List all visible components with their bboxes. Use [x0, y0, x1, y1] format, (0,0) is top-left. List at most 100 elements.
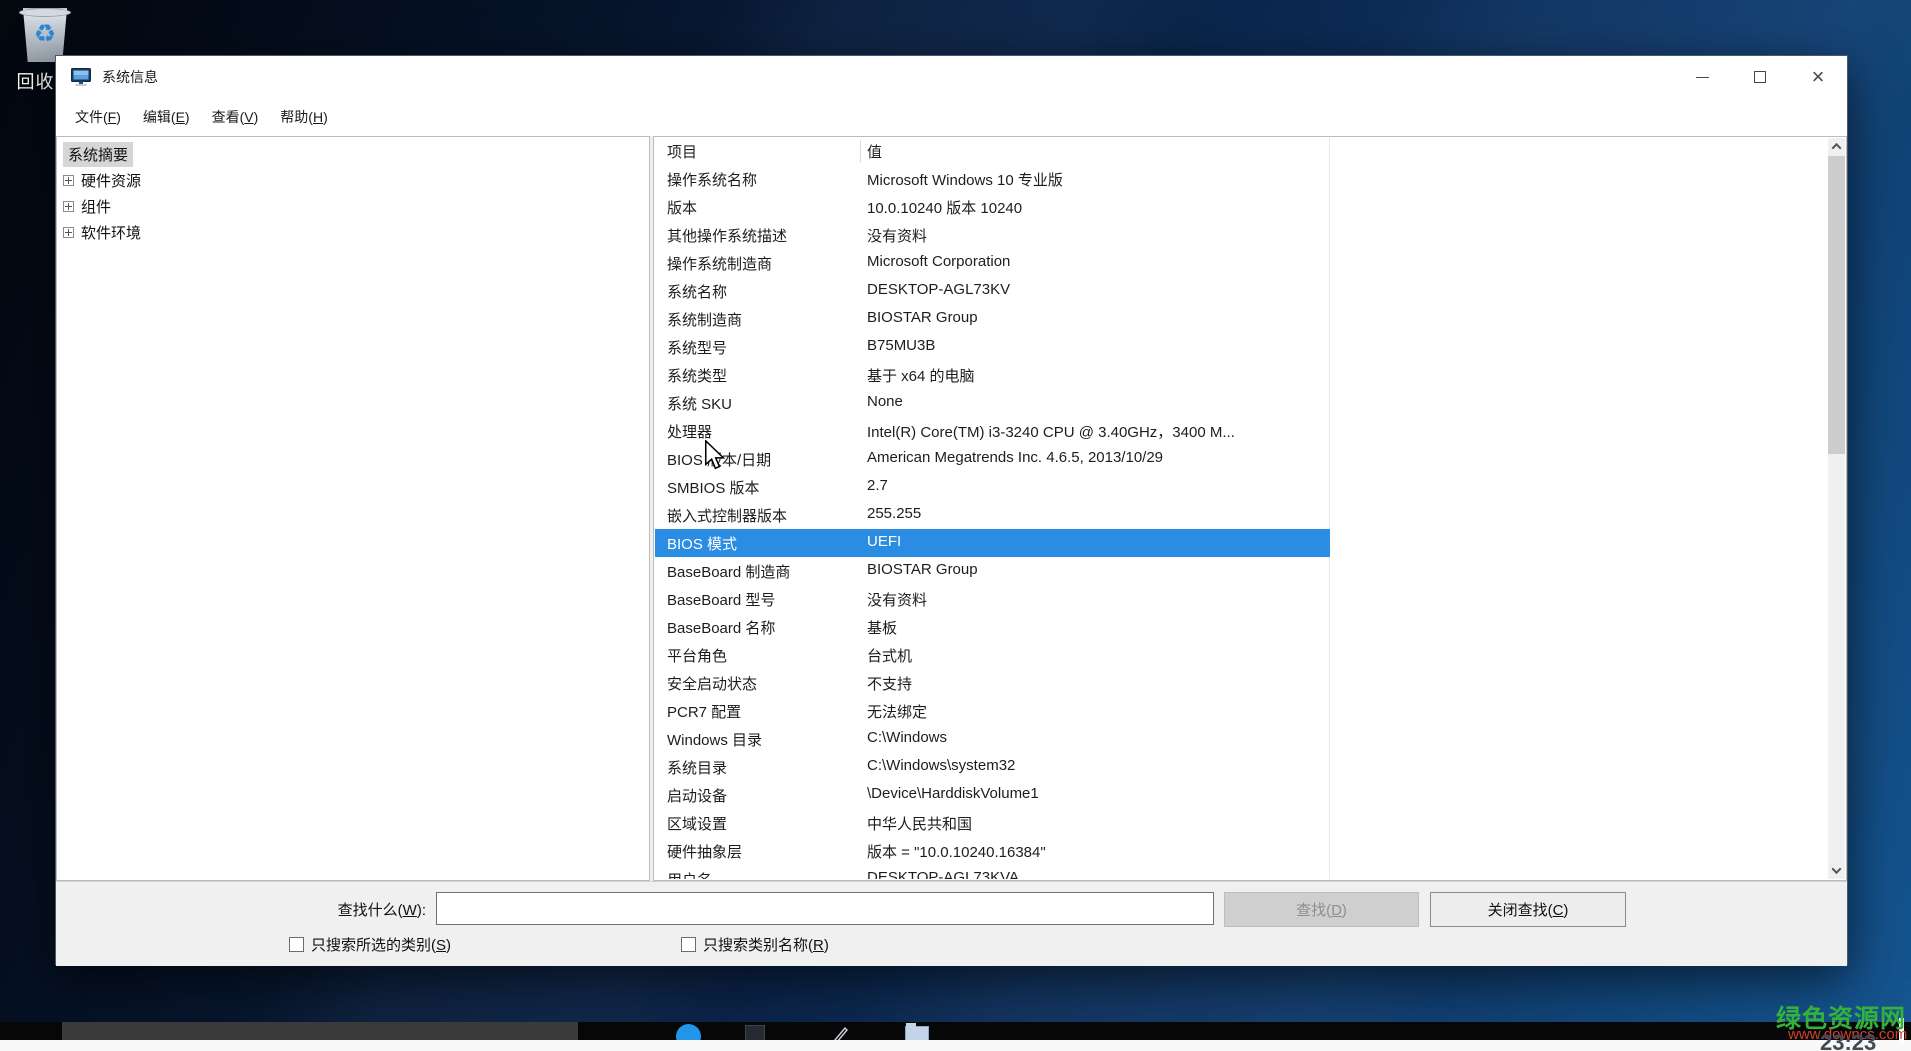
scrollbar-thumb[interactable]	[1828, 156, 1845, 454]
table-row[interactable]: 启动设备\Device\HarddiskVolume1	[655, 781, 1828, 809]
checkbox-search-category-names[interactable]: 只搜索类别名称(R)	[681, 934, 829, 955]
table-row[interactable]: 系统目录C:\Windows\system32	[655, 753, 1828, 781]
table-row[interactable]: Windows 目录C:\Windows	[655, 725, 1828, 753]
checkbox-label: 只搜索类别名称(R)	[703, 934, 829, 955]
table-row[interactable]: 平台角色台式机	[655, 641, 1828, 669]
taskbar-clock[interactable]: 23:23	[1820, 1030, 1876, 1051]
row-value-label: B75MU3B	[867, 337, 935, 354]
taskbar-app-segment[interactable]	[62, 1022, 578, 1041]
checkbox-search-selected-category[interactable]: 只搜索所选的类别(S)	[289, 934, 451, 955]
row-value-label: 无法绑定	[867, 701, 927, 722]
checkbox-label: 只搜索所选的类别(S)	[311, 934, 451, 955]
chevron-up-icon	[1832, 143, 1842, 153]
table-row[interactable]: 安全启动状态不支持	[655, 669, 1828, 697]
column-divider	[860, 140, 861, 163]
row-value-label: 版本 = "10.0.10240.16384"	[867, 841, 1046, 862]
row-value-label: 10.0.10240 版本 10240	[867, 197, 1022, 218]
maximize-button[interactable]	[1731, 56, 1789, 98]
menu-item[interactable]: 文件(F)	[64, 98, 132, 136]
scroll-down-button[interactable]	[1828, 862, 1845, 879]
row-value-label: 台式机	[867, 645, 912, 666]
column-header-value[interactable]: 值	[867, 141, 882, 162]
expand-plus-icon[interactable]	[63, 175, 74, 186]
row-item-label: 系统目录	[667, 757, 727, 778]
row-item-label: 系统 SKU	[667, 393, 732, 414]
table-row[interactable]: 系统制造商BIOSTAR Group	[655, 305, 1828, 333]
row-item-label: BIOS 版本/日期	[667, 449, 771, 470]
detail-list: 项目 值 操作系统名称Microsoft Windows 10 专业版版本 10.…	[653, 136, 1847, 881]
row-item-label: BaseBoard 名称	[667, 617, 775, 638]
chevron-down-icon	[1832, 864, 1842, 874]
row-value-label: 中华人民共和国	[867, 813, 972, 834]
row-value-label: Intel(R) Core(TM) i3-3240 CPU @ 3.40GHz，…	[867, 421, 1235, 442]
table-row[interactable]: 系统 SKU None	[655, 389, 1828, 417]
row-value-label: None	[867, 393, 903, 410]
category-tree: 系统摘要 硬件资源组件软件环境	[56, 136, 650, 881]
table-row[interactable]: 其他操作系统描述没有资料	[655, 221, 1828, 249]
table-row[interactable]: 操作系统制造商Microsoft Corporation	[655, 249, 1828, 277]
find-button[interactable]: 查找(D)	[1224, 892, 1419, 927]
find-bar: 查找什么(W): 查找(D) 关闭查找(C) 只搜索所选的类别(S) 只搜索类别…	[56, 881, 1847, 966]
table-row[interactable]: BIOS 版本/日期 American Megatrends Inc. 4.6.5…	[655, 445, 1828, 473]
tree-item-label: 硬件资源	[81, 170, 141, 191]
table-row[interactable]: 系统名称DESKTOP-AGL73KV	[655, 277, 1828, 305]
scroll-up-button[interactable]	[1828, 138, 1845, 155]
table-row[interactable]: 版本 10.0.10240 版本 10240	[655, 193, 1828, 221]
row-value-label: American Megatrends Inc. 4.6.5, 2013/10/…	[867, 449, 1163, 466]
expand-plus-icon[interactable]	[63, 227, 74, 238]
row-value-label: 255.255	[867, 505, 921, 522]
menu-item[interactable]: 帮助(H)	[269, 98, 338, 136]
row-value-label: 没有资料	[867, 589, 927, 610]
row-value-label: 基板	[867, 617, 897, 638]
row-item-label: 版本	[667, 197, 697, 218]
table-row[interactable]: 系统型号B75MU3B	[655, 333, 1828, 361]
table-row[interactable]: 硬件抽象层 版本 = "10.0.10240.16384"	[655, 837, 1828, 865]
table-row[interactable]: PCR7 配置无法绑定	[655, 697, 1828, 725]
row-item-label: 系统名称	[667, 281, 727, 302]
tree-item-label: 组件	[81, 196, 111, 217]
column-header-item[interactable]: 项目	[667, 141, 697, 162]
row-item-label: 硬件抽象层	[667, 841, 742, 862]
table-row[interactable]: 处理器Intel(R) Core(TM) i3-3240 CPU @ 3.40G…	[655, 417, 1828, 445]
table-row[interactable]: 区域设置 中华人民共和国	[655, 809, 1828, 837]
row-value-label: 不支持	[867, 673, 912, 694]
vertical-scrollbar[interactable]	[1828, 138, 1845, 879]
close-button[interactable]: ×	[1789, 56, 1847, 98]
tree-item-label: 软件环境	[81, 222, 141, 243]
menubar: 文件(F)编辑(E)查看(V)帮助(H)	[56, 98, 1847, 136]
menu-item[interactable]: 查看(V)	[201, 98, 270, 136]
tree-item-system-summary[interactable]: 系统摘要	[63, 142, 133, 167]
table-row[interactable]: BaseBoard 型号没有资料	[655, 585, 1828, 613]
list-header: 项目 值	[655, 138, 1828, 165]
list-rows: 操作系统名称Microsoft Windows 10 专业版版本 10.0.102…	[655, 165, 1828, 879]
checkbox-icon[interactable]	[289, 937, 304, 952]
row-value-label: \Device\HarddiskVolume1	[867, 785, 1039, 802]
tree-item[interactable]: 软件环境	[63, 219, 649, 245]
menu-item[interactable]: 编辑(E)	[132, 98, 201, 136]
row-value-label: UEFI	[867, 533, 901, 550]
checkbox-icon[interactable]	[681, 937, 696, 952]
table-row[interactable]: BIOS 模式UEFI	[655, 529, 1330, 557]
minimize-button[interactable]	[1673, 56, 1731, 98]
row-item-label: 操作系统名称	[667, 169, 757, 190]
minimize-icon	[1696, 77, 1709, 78]
tree-item[interactable]: 组件	[63, 193, 649, 219]
table-row[interactable]: SMBIOS 版本2.7	[655, 473, 1828, 501]
titlebar[interactable]: 系统信息 ×	[56, 56, 1847, 98]
row-item-label: 用户名	[667, 869, 712, 879]
table-row[interactable]: BaseBoard 制造商BIOSTAR Group	[655, 557, 1828, 585]
table-row[interactable]: 操作系统名称Microsoft Windows 10 专业版	[655, 165, 1828, 193]
close-find-button[interactable]: 关闭查找(C)	[1430, 892, 1626, 927]
table-row[interactable]: 系统类型基于 x64 的电脑	[655, 361, 1828, 389]
row-item-label: 区域设置	[667, 813, 727, 834]
row-value-label: BIOSTAR Group	[867, 309, 978, 326]
find-what-label: 查找什么(W):	[206, 899, 426, 920]
table-row[interactable]: 嵌入式控制器版本255.255	[655, 501, 1828, 529]
find-input[interactable]	[436, 892, 1214, 925]
row-value-label: Microsoft Corporation	[867, 253, 1010, 270]
desktop: ♻ 回收站 系统信息 × 文件(F)编辑(E)查看(V)帮助(H) 系	[0, 0, 1911, 1051]
table-row[interactable]: BaseBoard 名称 基板	[655, 613, 1828, 641]
table-row[interactable]: 用户名DESKTOP-AGL73KVA...	[655, 865, 1828, 879]
tree-item[interactable]: 硬件资源	[63, 167, 649, 193]
expand-plus-icon[interactable]	[63, 201, 74, 212]
